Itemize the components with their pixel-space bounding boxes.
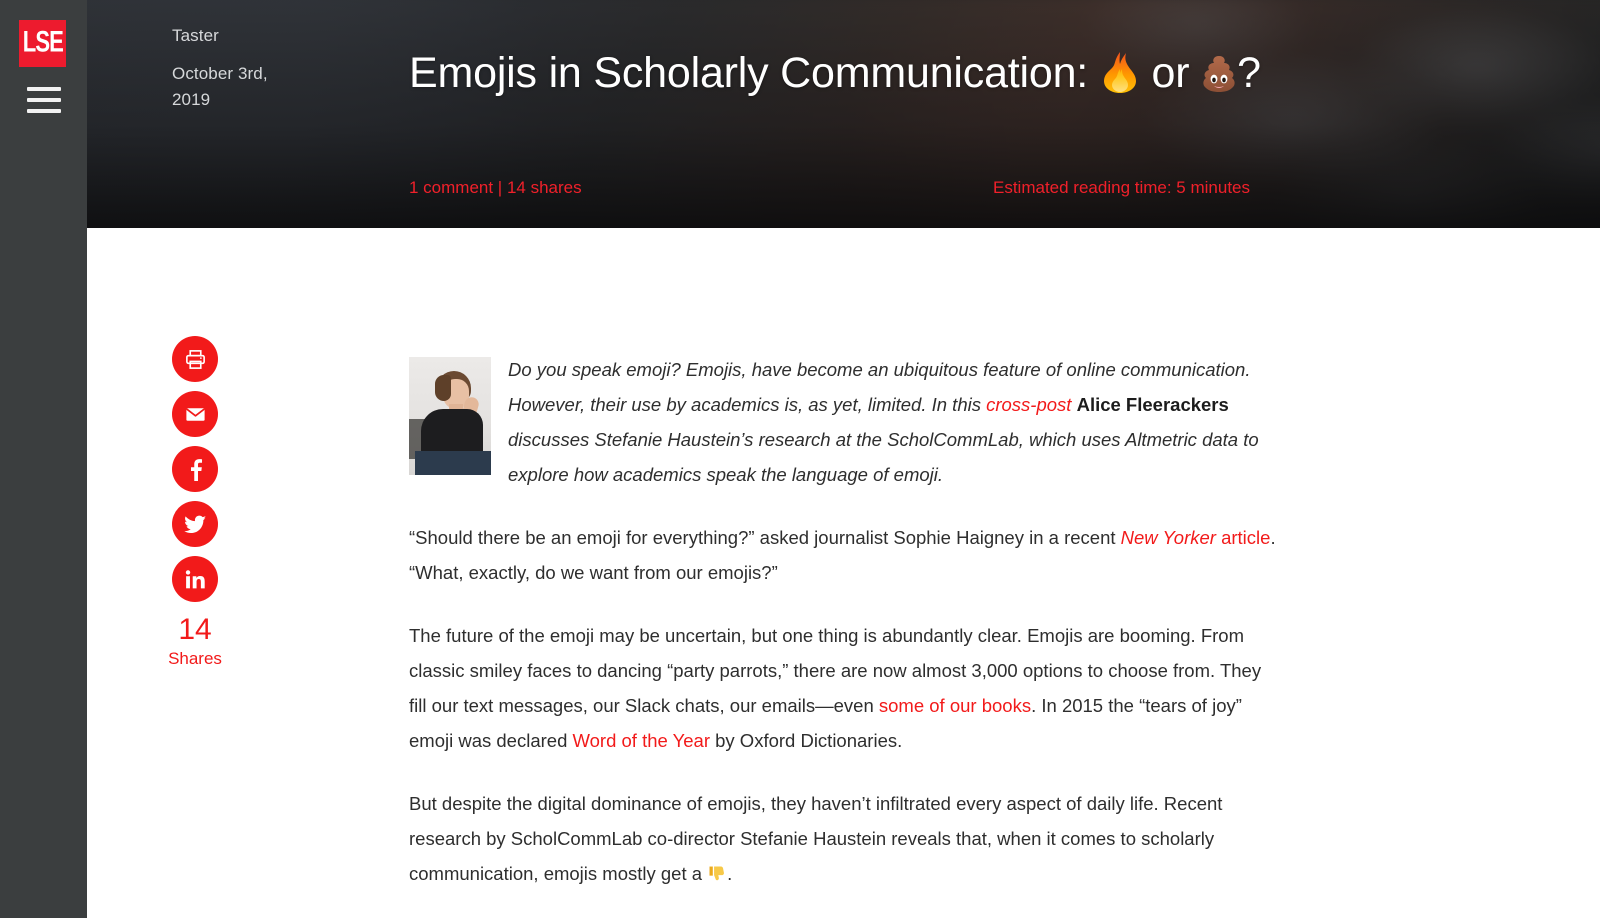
share-count: 14 Shares: [167, 614, 223, 670]
hamburger-bar: [27, 109, 61, 113]
facebook-icon: [184, 458, 207, 481]
poop-emoji: [1201, 54, 1237, 94]
share-count-label: Shares: [168, 649, 222, 668]
word-of-the-year-link[interactable]: Word of the Year: [573, 730, 710, 751]
article-paragraph-3: But despite the digital dominance of emo…: [409, 786, 1281, 891]
envelope-icon: [184, 403, 207, 426]
article-hero-banner: Taster October 3rd, 2019 Emojis in Schol…: [87, 0, 1600, 228]
left-nav-rail: LSE: [0, 0, 87, 918]
article-body: Do you speak emoji? Emojis, have become …: [409, 352, 1281, 919]
comments-and-shares-meta[interactable]: 1 comment | 14 shares: [409, 176, 582, 200]
article-intro-paragraph: Do you speak emoji? Emojis, have become …: [409, 352, 1281, 492]
article-paragraph-2: The future of the emoji may be uncertain…: [409, 618, 1281, 758]
some-of-our-books-link[interactable]: some of our books: [879, 695, 1031, 716]
hamburger-bar: [27, 87, 61, 91]
intro-author-name: Alice Fleerackers: [1076, 394, 1229, 415]
hamburger-bar: [27, 98, 61, 102]
category-label[interactable]: Taster: [172, 24, 219, 48]
facebook-button[interactable]: [172, 446, 218, 492]
lse-logo-text: LSE: [22, 25, 63, 59]
page-title-text-1: Emojis in Scholarly Communication:: [409, 48, 1100, 97]
page-title-text-2: or: [1139, 48, 1202, 97]
author-photo: [409, 357, 491, 475]
twitter-icon: [183, 513, 207, 536]
print-button[interactable]: [172, 336, 218, 382]
fire-emoji: [1100, 50, 1140, 94]
p2-text-3: by Oxford Dictionaries.: [709, 730, 903, 751]
share-count-number: 14: [178, 613, 212, 646]
cross-post-link[interactable]: cross-post: [986, 394, 1071, 415]
new-yorker-link[interactable]: New Yorker: [1121, 527, 1216, 548]
linkedin-icon: [184, 568, 207, 591]
article-link[interactable]: article: [1221, 527, 1270, 548]
intro-text-3: discusses Stefanie Haustein’s research a…: [508, 429, 1259, 485]
p3-text-1: But despite the digital dominance of emo…: [409, 793, 1223, 884]
lse-logo[interactable]: LSE: [19, 20, 66, 67]
page-title: Emojis in Scholarly Communication: or ?: [409, 43, 1309, 103]
hamburger-icon[interactable]: [27, 84, 61, 118]
share-sidebar: 14 Shares: [167, 336, 223, 670]
email-button[interactable]: [172, 391, 218, 437]
publish-date: October 3rd, 2019: [172, 64, 268, 109]
p3-text-2: .: [727, 863, 733, 884]
thumbs-down-emoji: [707, 864, 727, 884]
reading-time-meta: Estimated reading time: 5 minutes: [993, 178, 1251, 197]
page-title-text-3: ?: [1237, 48, 1261, 97]
article-paragraph-1: “Should there be an emoji for everything…: [409, 520, 1281, 590]
printer-icon: [184, 348, 207, 371]
p1-text-1: “Should there be an emoji for everything…: [409, 527, 1121, 548]
twitter-button[interactable]: [172, 501, 218, 547]
linkedin-button[interactable]: [172, 556, 218, 602]
